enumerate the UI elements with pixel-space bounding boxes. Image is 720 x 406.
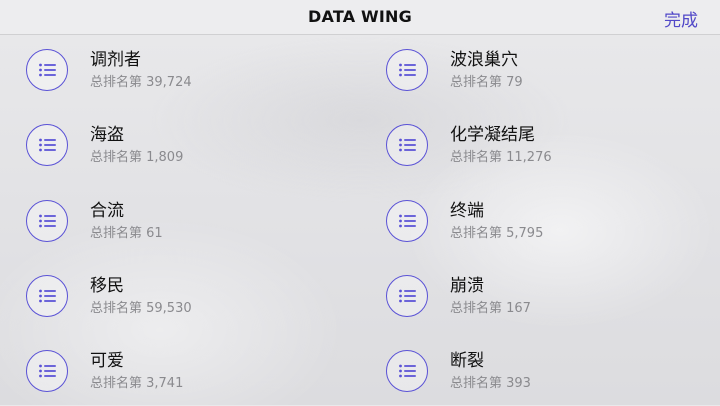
- list-item[interactable]: 波浪巢穴 总排名第 79: [386, 45, 706, 105]
- list-icon: [386, 124, 428, 166]
- list-item[interactable]: 崩溃 总排名第 167: [386, 271, 706, 331]
- item-name: 合流: [90, 201, 124, 221]
- list-item[interactable]: 调剂者 总排名第 39,724: [26, 45, 346, 105]
- item-name: 断裂: [450, 351, 484, 371]
- list-icon: [26, 49, 68, 91]
- item-name: 调剂者: [90, 50, 141, 70]
- list-item[interactable]: 化学凝结尾 总排名第 11,276: [386, 120, 706, 180]
- list-item[interactable]: 海盗 总排名第 1,809: [26, 120, 346, 180]
- item-name: 海盗: [90, 125, 124, 145]
- item-rank: 总排名第 79: [450, 75, 523, 90]
- list-icon: [386, 200, 428, 242]
- list-item[interactable]: 终端 总排名第 5,795: [386, 196, 706, 256]
- item-rank: 总排名第 61: [90, 226, 163, 241]
- list-icon: [26, 275, 68, 317]
- level-list: 调剂者 总排名第 39,724 波浪巢穴 总排名第 79 海盗 总排名第 1,8…: [0, 0, 720, 405]
- list-item[interactable]: 断裂 总排名第 393: [386, 346, 706, 406]
- list-item[interactable]: 合流 总排名第 61: [26, 196, 346, 256]
- item-rank: 总排名第 393: [450, 376, 531, 391]
- item-name: 可爱: [90, 351, 124, 371]
- list-icon: [386, 350, 428, 392]
- item-rank: 总排名第 167: [450, 301, 531, 316]
- item-name: 移民: [90, 276, 124, 296]
- list-icon: [26, 350, 68, 392]
- item-name: 化学凝结尾: [450, 125, 535, 145]
- item-rank: 总排名第 5,795: [450, 226, 544, 241]
- item-rank: 总排名第 3,741: [90, 376, 184, 391]
- list-icon: [386, 275, 428, 317]
- item-rank: 总排名第 1,809: [90, 150, 184, 165]
- item-rank: 总排名第 39,724: [90, 75, 192, 90]
- list-icon: [386, 49, 428, 91]
- list-icon: [26, 200, 68, 242]
- list-item[interactable]: 移民 总排名第 59,530: [26, 271, 346, 331]
- list-icon: [26, 124, 68, 166]
- item-name: 崩溃: [450, 276, 484, 296]
- item-rank: 总排名第 11,276: [450, 150, 552, 165]
- item-name: 终端: [450, 201, 484, 221]
- item-name: 波浪巢穴: [450, 50, 518, 70]
- item-rank: 总排名第 59,530: [90, 301, 192, 316]
- list-item[interactable]: 可爱 总排名第 3,741: [26, 346, 346, 406]
